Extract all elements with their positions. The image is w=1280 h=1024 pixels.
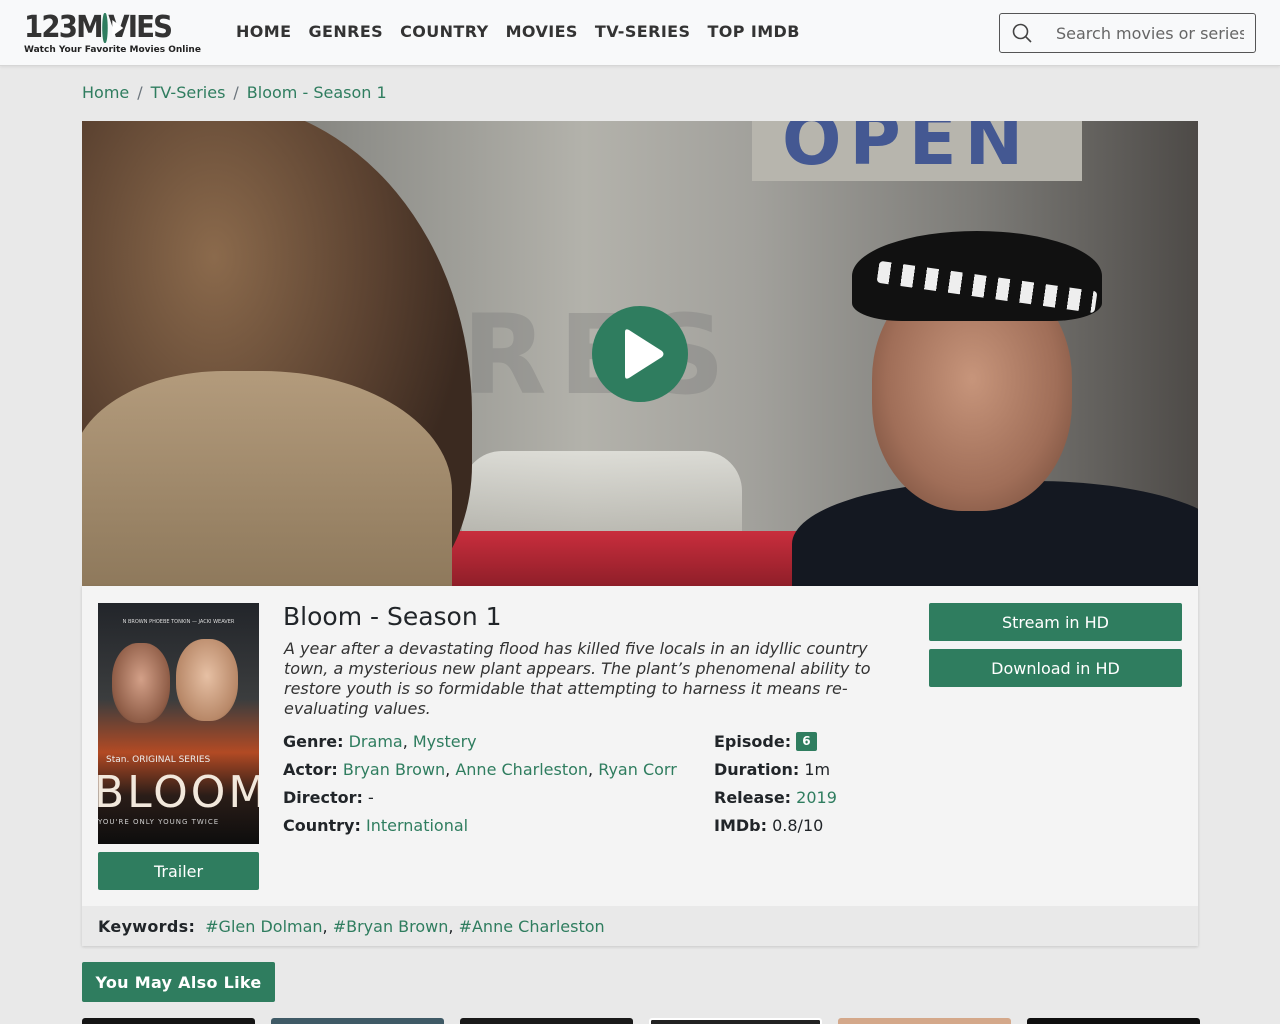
meta-release: Release: 2019 — [714, 784, 837, 812]
stream-hd-button[interactable]: Stream in HD — [929, 603, 1182, 641]
logo-tagline: Watch Your Favorite Movies Online — [24, 45, 201, 55]
breadcrumb: Home / TV-Series / Bloom - Season 1 — [82, 83, 387, 102]
episode-label: Episode: — [714, 732, 792, 751]
related-thumbnail[interactable] — [271, 1018, 444, 1024]
you-may-also-like-heading: You May Also Like — [82, 962, 275, 1002]
breadcrumb-tv-series[interactable]: TV-Series — [151, 83, 226, 102]
search-box — [999, 13, 1256, 53]
country-label: Country: — [283, 816, 361, 835]
imdb-label: IMDb: — [714, 816, 768, 835]
release-year-link[interactable]: 2019 — [796, 788, 837, 807]
play-button[interactable] — [592, 306, 688, 402]
show-title: Bloom - Season 1 — [283, 602, 502, 631]
related-thumbnails — [82, 1018, 1200, 1024]
poster-face-left — [112, 643, 170, 723]
meta-left: Genre: Drama, Mystery Actor: Bryan Brown… — [283, 728, 677, 840]
meta-imdb: IMDb: 0.8/10 — [714, 812, 837, 840]
site-logo[interactable]: 123M VIES Watch Your Favorite Movies Onl… — [24, 10, 201, 56]
shop-sign-text: OPEN — [782, 121, 1032, 181]
poster-face-right — [176, 639, 238, 721]
director-label: Director: — [283, 788, 363, 807]
country-link[interactable]: International — [366, 816, 468, 835]
nav-tv-series[interactable]: TV-SERIES — [595, 22, 691, 41]
keyword-link[interactable]: #Anne Charleston — [459, 917, 605, 936]
poster-credits: N BROWN PHOEBE TONKIN — JACKI WEAVER — [122, 619, 235, 625]
logo-play-icon — [102, 13, 124, 43]
keyword-link[interactable]: #Bryan Brown — [333, 917, 449, 936]
show-description: A year after a devastating flood has kil… — [284, 639, 871, 718]
nav-top-imdb[interactable]: TOP IMDB — [707, 22, 799, 41]
release-label: Release: — [714, 788, 792, 807]
search-input[interactable] — [1044, 23, 1244, 43]
car-window — [462, 451, 742, 541]
genre-link[interactable]: Drama — [349, 732, 403, 751]
duration-value: 1m — [804, 760, 831, 779]
trailer-button[interactable]: Trailer — [98, 852, 259, 890]
poster-network: Stan. ORIGINAL SERIES — [106, 755, 211, 765]
nav-home[interactable]: HOME — [236, 22, 291, 41]
nav-genres[interactable]: GENRES — [308, 22, 383, 41]
poster-title: BLOOM — [98, 767, 259, 818]
related-thumbnail[interactable] — [649, 1018, 822, 1024]
show-poster: N BROWN PHOEBE TONKIN — JACKI WEAVER Sta… — [98, 603, 259, 844]
main-nav: HOME GENRES COUNTRY MOVIES TV-SERIES TOP… — [236, 22, 800, 41]
keyword-link[interactable]: #Glen Dolman — [205, 917, 322, 936]
related-thumbnail[interactable] — [460, 1018, 633, 1024]
search-icon[interactable] — [1000, 14, 1044, 52]
show-info-card: N BROWN PHOEBE TONKIN — JACKI WEAVER Sta… — [82, 586, 1198, 946]
nav-country[interactable]: COUNTRY — [400, 22, 488, 41]
breadcrumb-current[interactable]: Bloom - Season 1 — [247, 83, 387, 102]
meta-country: Country: International — [283, 812, 677, 840]
video-player[interactable]: OPEN RES — [82, 121, 1198, 586]
episode-count-badge: 6 — [796, 732, 817, 751]
imdb-value: 0.8/10 — [772, 816, 824, 835]
logo-text-left: 123M — [24, 10, 104, 45]
actor-link[interactable]: Anne Charleston — [455, 760, 588, 779]
genre-link[interactable]: Mystery — [413, 732, 477, 751]
nav-movies[interactable]: MOVIES — [506, 22, 578, 41]
duration-label: Duration: — [714, 760, 800, 779]
meta-genre: Genre: Drama, Mystery — [283, 732, 477, 751]
poster-tagline: YOU'RE ONLY YOUNG TWICE — [98, 818, 220, 826]
play-icon — [625, 329, 664, 379]
actor-link[interactable]: Ryan Corr — [598, 760, 677, 779]
keywords-label: Keywords: — [98, 916, 196, 936]
meta-duration: Duration: 1m — [714, 756, 837, 784]
keywords-bar: Keywords: #Glen Dolman, #Bryan Brown, #A… — [82, 906, 1198, 946]
related-thumbnail[interactable] — [82, 1018, 255, 1024]
download-hd-button[interactable]: Download in HD — [929, 649, 1182, 687]
actor-link[interactable]: Bryan Brown — [343, 760, 445, 779]
related-thumbnail[interactable] — [1027, 1018, 1200, 1024]
meta-actor: Actor: Bryan Brown, Anne Charleston, Rya… — [283, 760, 677, 779]
related-thumbnail[interactable] — [838, 1018, 1011, 1024]
meta-episode: Episode: 6 — [714, 728, 837, 756]
director-value: - — [368, 788, 374, 807]
breadcrumb-separator: / — [233, 83, 239, 102]
actor-label: Actor: — [283, 760, 338, 779]
meta-director: Director: - — [283, 784, 677, 812]
logo-wordmark: 123M VIES — [24, 10, 173, 45]
breadcrumb-separator: / — [137, 83, 143, 102]
meta-right: Episode: 6 Duration: 1m Release: 2019 IM… — [714, 728, 837, 840]
site-header: 123M VIES Watch Your Favorite Movies Onl… — [0, 0, 1280, 66]
breadcrumb-home[interactable]: Home — [82, 83, 129, 102]
genre-label: Genre: — [283, 732, 344, 751]
